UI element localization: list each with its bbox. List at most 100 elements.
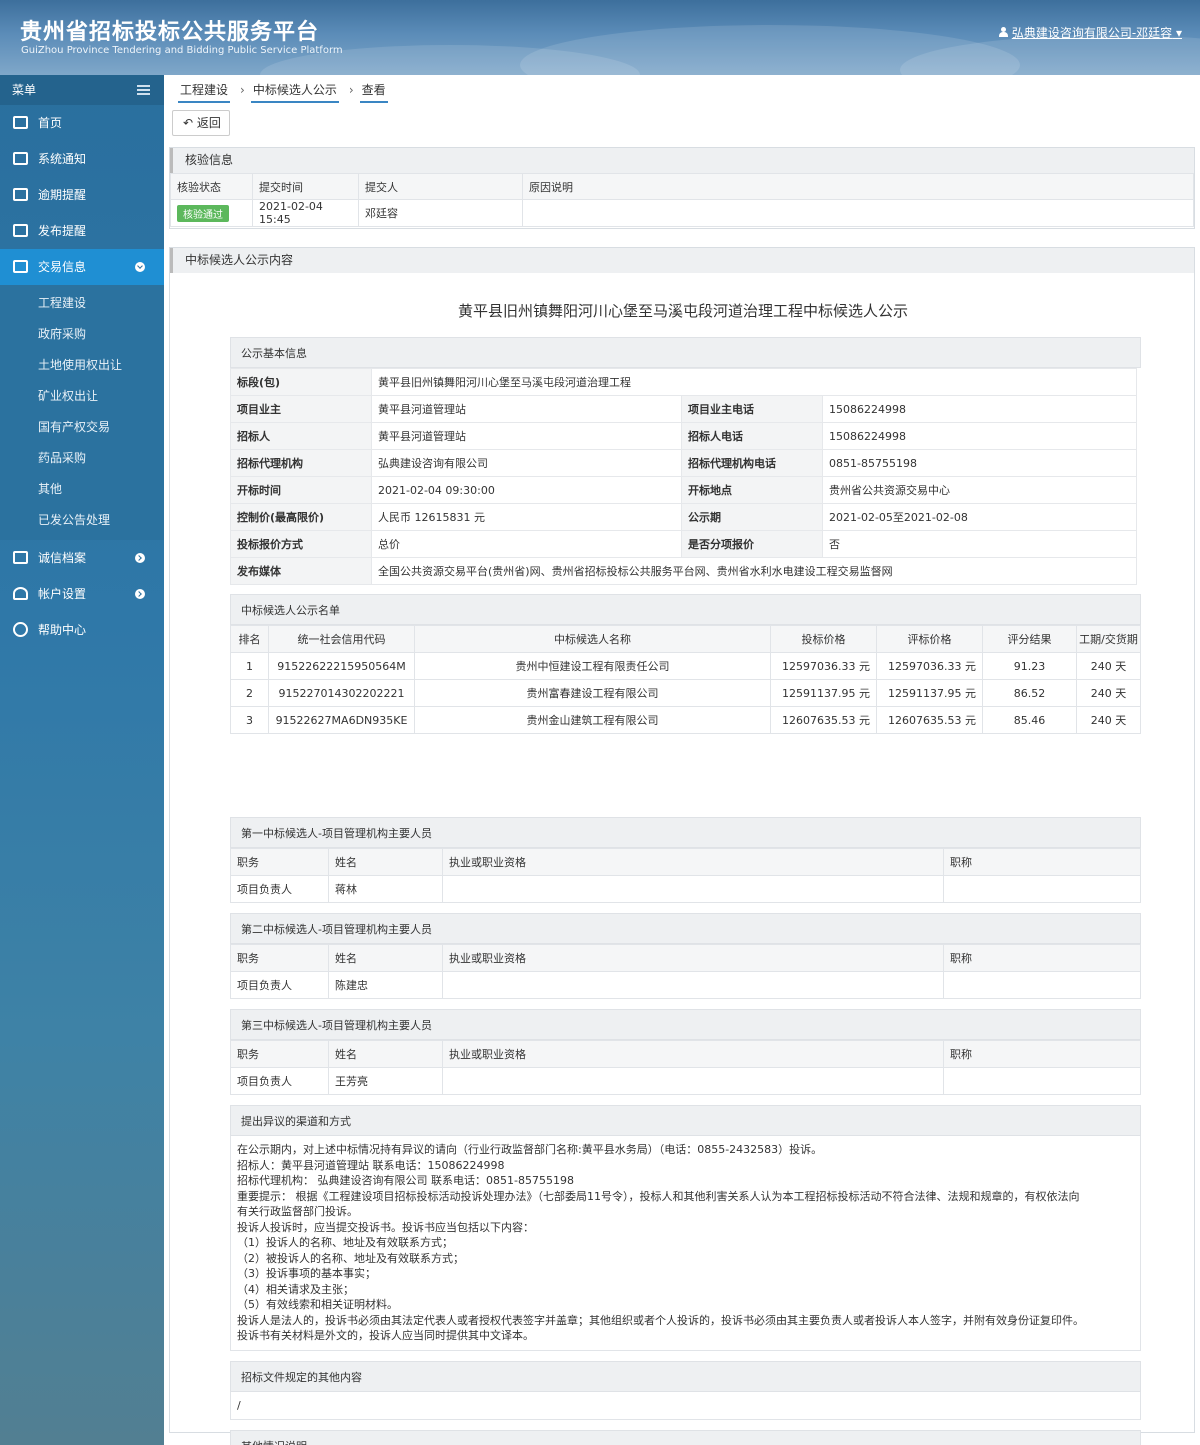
sidebar-item-account[interactable]: 帐户设置 xyxy=(0,576,164,612)
submenu-item[interactable]: 药品采购 xyxy=(0,443,164,474)
staff-qualification xyxy=(442,971,944,999)
undo-icon: ↶ xyxy=(183,116,194,130)
site-title: 贵州省招标投标公共服务平台 xyxy=(20,20,320,45)
objection-line: （3）投诉事项的基本事实； xyxy=(237,1267,376,1280)
verify-header: 提交人 xyxy=(358,173,523,200)
objection-line: 投诉人投诉时，应当提交投诉书。投诉书应当包括以下内容： xyxy=(237,1220,534,1234)
staff-qualification xyxy=(442,875,944,903)
chevron-right-icon xyxy=(135,553,145,563)
objection-line: （2）被投诉人的名称、地址及有效联系方式； xyxy=(237,1251,464,1265)
user-menu[interactable]: 弘典建设咨询有限公司-邓廷容 ▾ xyxy=(998,24,1182,41)
hamburger-icon[interactable] xyxy=(137,85,150,95)
objection-line: 投诉书有关材料是外文的，投诉人应当同时提供其中文译本。 xyxy=(237,1329,534,1342)
sidebar-item-label: 首页 xyxy=(38,116,63,130)
table-cell: 240 天 xyxy=(1076,652,1141,680)
objection-line: （1）投诉人的名称、地址及有效联系方式； xyxy=(237,1236,453,1249)
table-cell: 3 xyxy=(230,706,269,734)
help-icon xyxy=(13,622,28,637)
field-label: 招标代理机构电话 xyxy=(681,449,823,477)
field-label: 是否分项报价 xyxy=(681,530,823,558)
breadcrumb-item[interactable]: 工程建设 xyxy=(178,81,231,103)
sidebar-item-trade-info[interactable]: 交易信息 xyxy=(0,249,164,285)
staff-header: 姓名 xyxy=(328,944,443,972)
candidate-table: 排名 统一社会信用代码 中标候选人名称 投标价格 评标价格 评分结果 工期/交货期 1 915… xyxy=(230,625,1141,734)
field-value: 总价 xyxy=(371,530,682,558)
main-content: 工程建设 › 中标候选人公示 › 查看 ↶ 返回 核验信息 核验状态 提交时间 提交人 原因说… xyxy=(164,75,1200,1445)
site-subtitle: GuiZhou Province Tendering and Bidding P… xyxy=(21,45,343,56)
candidate-header: 评标价格 xyxy=(876,625,983,653)
sidebar-item-label: 诚信档案 xyxy=(38,551,87,565)
field-label: 开标地点 xyxy=(681,476,823,504)
staff-header: 职称 xyxy=(943,848,1141,876)
other-doc-section: 招标文件规定的其他内容 / xyxy=(230,1361,1141,1420)
staff-section: 第一中标候选人-项目管理机构主要人员 职务 姓名 执业或职业资格 职称 项目负责人 蒋林 xyxy=(230,817,1141,903)
field-label: 公示期 xyxy=(681,503,823,531)
field-value: 弘典建设咨询有限公司 xyxy=(371,449,682,477)
field-value: 15086224998 xyxy=(822,422,1137,450)
breadcrumb-item[interactable]: 查看 xyxy=(359,81,388,103)
submenu-item[interactable]: 工程建设 xyxy=(0,285,164,319)
verify-header: 原因说明 xyxy=(522,173,1194,200)
candidate-header: 排名 xyxy=(230,625,269,653)
sidebar-item-home[interactable]: 首页 xyxy=(0,105,164,141)
table-cell: 贵州富春建设工程有限公司 xyxy=(414,679,771,707)
verify-time: 2021-02-04 15:45 xyxy=(252,199,359,227)
submenu-item[interactable]: 其他 xyxy=(0,474,164,505)
section-title: 其他情况说明 xyxy=(230,1430,1141,1445)
verify-title: 核验信息 xyxy=(170,148,1194,173)
sidebar-item-label: 帮助中心 xyxy=(38,623,87,637)
staff-section: 第二中标候选人-项目管理机构主要人员 职务 姓名 执业或职业资格 职称 项目负责人 陈建忠 xyxy=(230,913,1141,999)
submenu: 工程建设 政府采购 土地使用权出让 矿业权出让 国有产权交易 药品采购 其他 已… xyxy=(0,285,164,540)
field-value: 否 xyxy=(822,530,1137,558)
objection-line: 投诉人是法人的，投诉书必须由其法定代表人或者授权代表签字并盖章；其他组织或者个人… xyxy=(237,1313,1084,1327)
menu-label: 菜单 xyxy=(12,83,37,97)
sidebar: 菜单 首页 系统通知 逾期提醒 发布提醒 交易信息 工程建设 政府采购 土地使用… xyxy=(0,75,164,1445)
info-row: 招标人 黄平县河道管理站 招标人电话 15086224998 xyxy=(230,422,1137,450)
field-label: 招标代理机构 xyxy=(230,449,372,477)
staff-header: 职称 xyxy=(943,1040,1141,1068)
back-button[interactable]: ↶ 返回 xyxy=(172,110,230,136)
objection-section: 提出异议的渠道和方式 在公示期内，对上述中标情况持有异议的请向（行业行政监督部门… xyxy=(230,1105,1141,1351)
field-value: 贵州省公共资源交易中心 xyxy=(822,476,1137,504)
staff-name: 陈建忠 xyxy=(328,971,443,999)
staff-header: 职务 xyxy=(230,1040,329,1068)
table-cell: 贵州中恒建设工程有限责任公司 xyxy=(414,652,771,680)
table-row: 2 915227014302202221 贵州富春建设工程有限公司 12591137.… xyxy=(230,679,1141,707)
submenu-item[interactable]: 政府采购 xyxy=(0,319,164,350)
sidebar-item-help[interactable]: 帮助中心 xyxy=(0,612,164,648)
section-title: 中标候选人公示名单 xyxy=(230,594,1141,625)
breadcrumb-item[interactable]: 中标候选人公示 xyxy=(250,81,339,103)
staff-table: 职务 姓名 执业或职业资格 职称 项目负责人 陈建忠 xyxy=(230,944,1141,999)
sidebar-item-publish-reminder[interactable]: 发布提醒 xyxy=(0,213,164,249)
user-icon xyxy=(998,27,1008,37)
table-cell: 贵州金山建筑工程有限公司 xyxy=(414,706,771,734)
field-label: 开标时间 xyxy=(230,476,372,504)
submenu-item[interactable]: 矿业权出让 xyxy=(0,381,164,412)
sidebar-item-notice[interactable]: 系统通知 xyxy=(0,141,164,177)
candidate-header: 统一社会信用代码 xyxy=(268,625,415,653)
back-label: 返回 xyxy=(196,116,221,130)
submenu-item[interactable]: 土地使用权出让 xyxy=(0,350,164,381)
candidate-header: 评分结果 xyxy=(982,625,1077,653)
submenu-item[interactable]: 已发公告处理 xyxy=(0,505,164,540)
section-title: 第二中标候选人-项目管理机构主要人员 xyxy=(230,913,1141,944)
submenu-item[interactable]: 国有产权交易 xyxy=(0,412,164,443)
list-icon xyxy=(13,551,28,564)
table-row: 项目负责人 陈建忠 xyxy=(230,971,1141,999)
staff-section: 第三中标候选人-项目管理机构主要人员 职务 姓名 执业或职业资格 职称 项目负责人 王芳亮 xyxy=(230,1009,1141,1095)
sidebar-item-credit[interactable]: 诚信档案 xyxy=(0,540,164,576)
field-value: 2021-02-04 09:30:00 xyxy=(371,476,682,504)
candidate-header: 工期/交货期 xyxy=(1076,625,1141,653)
table-cell: 91522627MA6DN935KE xyxy=(268,706,415,734)
chevron-down-icon xyxy=(135,262,145,272)
content-panel-title: 中标候选人公示内容 xyxy=(170,248,1194,273)
staff-header: 执业或职业资格 xyxy=(442,848,944,876)
other-doc-value: / xyxy=(230,1392,1141,1420)
field-value: 2021-02-05至2021-02-08 xyxy=(822,503,1137,531)
candidate-section: 中标候选人公示名单 排名 统一社会信用代码 中标候选人名称 投标价格 评标价格 评分结果工… xyxy=(230,594,1141,734)
staff-role: 项目负责人 xyxy=(230,875,329,903)
objection-line: 重要提示： 根据《工程建设项目招标投标活动投诉处理办法》（七部委局11号令），投… xyxy=(237,1189,1080,1203)
section-title: 招标文件规定的其他内容 xyxy=(230,1361,1141,1392)
sidebar-item-overdue[interactable]: 逾期提醒 xyxy=(0,177,164,213)
table-cell: 915227014302202221 xyxy=(268,679,415,707)
